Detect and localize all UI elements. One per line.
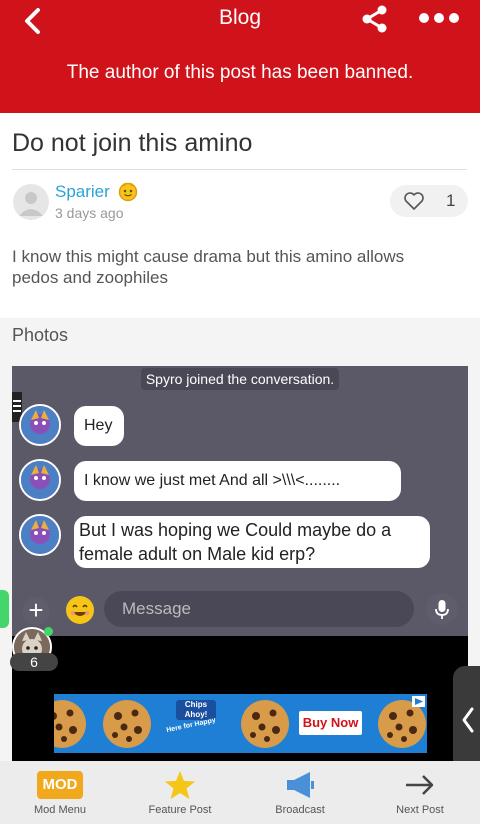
chat-message-text: I know we just met And all >\\\<........: [84, 472, 341, 489]
bottom-navigation: MOD Mod Menu Feature Post Broadcast Next…: [0, 761, 480, 824]
megaphone-icon: [287, 772, 314, 798]
microphone-icon: [426, 593, 458, 625]
default-user-icon: [19, 192, 43, 216]
online-status-dot: [44, 627, 53, 636]
chat-message-text: Hey: [84, 417, 113, 434]
nav-broadcast[interactable]: Broadcast: [245, 761, 355, 824]
chat-bubble: I know we just met And all >\\\<........: [74, 461, 401, 501]
more-options-icon[interactable]: [418, 6, 460, 30]
author-avatar[interactable]: [13, 184, 49, 220]
spyro-avatar: [19, 459, 61, 501]
nav-label: Mod Menu: [34, 804, 86, 816]
photo-screenshot[interactable]: Spyro joined the conversation. Hey I kno…: [12, 366, 468, 761]
like-count: 1: [446, 191, 456, 210]
arrow-right-icon: [406, 775, 434, 795]
banned-notice: The author of this post has been banned.: [66, 62, 414, 83]
blog-page: Blog The author of this post has been ba…: [0, 0, 480, 824]
nav-feature-post[interactable]: Feature Post: [125, 761, 235, 824]
header-bar: Blog The author of this post has been ba…: [0, 0, 480, 113]
post-title: Do not join this amino: [12, 129, 253, 157]
online-count[interactable]: 6: [10, 653, 58, 671]
heart-icon: [404, 192, 424, 210]
chat-input-bar: + Message: [12, 588, 468, 636]
level-badge-icon: [118, 182, 138, 202]
megaphone-icon-wrapper: [245, 769, 355, 801]
nav-label: Next Post: [396, 804, 444, 816]
photos-section-title: Photos: [12, 325, 69, 345]
nav-label: Feature Post: [148, 804, 212, 816]
chat-screenshot: Spyro joined the conversation. Hey I kno…: [12, 366, 468, 636]
star-icon-wrapper: [125, 769, 235, 801]
divider: [12, 169, 467, 170]
star-icon: [165, 771, 195, 799]
nav-next-post[interactable]: Next Post: [365, 761, 475, 824]
system-message: Spyro joined the conversation.: [141, 368, 339, 390]
chat-message-text: But I was hoping we Could maybe do a fem…: [79, 520, 392, 564]
chat-bubble: But I was hoping we Could maybe do a fem…: [74, 516, 430, 568]
side-panel-toggle[interactable]: [453, 666, 480, 774]
spyro-avatar: [19, 514, 61, 556]
mod-badge-icon: MOD: [5, 769, 115, 801]
plus-icon: +: [22, 597, 50, 625]
mod-badge: MOD: [37, 771, 83, 799]
message-input: Message: [104, 591, 414, 627]
author-name[interactable]: Sparier: [55, 182, 110, 202]
chat-bubble: Hey: [74, 406, 124, 446]
side-drawer-tab[interactable]: [0, 590, 9, 628]
ad-banner: Chips Ahoy! Here for Happy Buy Now: [54, 694, 427, 753]
post-body: I know this might cause drama but this a…: [12, 247, 405, 287]
nav-mod-menu[interactable]: MOD Mod Menu: [5, 761, 115, 824]
share-icon[interactable]: [360, 4, 390, 34]
chevron-left-icon: [462, 707, 474, 733]
post-card: Do not join this amino Sparier 3 days ag…: [0, 113, 480, 318]
header-title: Blog: [218, 6, 262, 29]
spyro-avatar: [19, 404, 61, 446]
buy-now-button: Buy Now: [299, 711, 362, 735]
nav-label: Broadcast: [275, 804, 325, 816]
emoji-icon: [66, 596, 94, 624]
arrow-icon-wrapper: [365, 769, 475, 801]
post-timestamp: 3 days ago: [55, 205, 124, 221]
cookie-ad-graphic: [54, 696, 426, 748]
like-button[interactable]: 1: [390, 185, 468, 217]
